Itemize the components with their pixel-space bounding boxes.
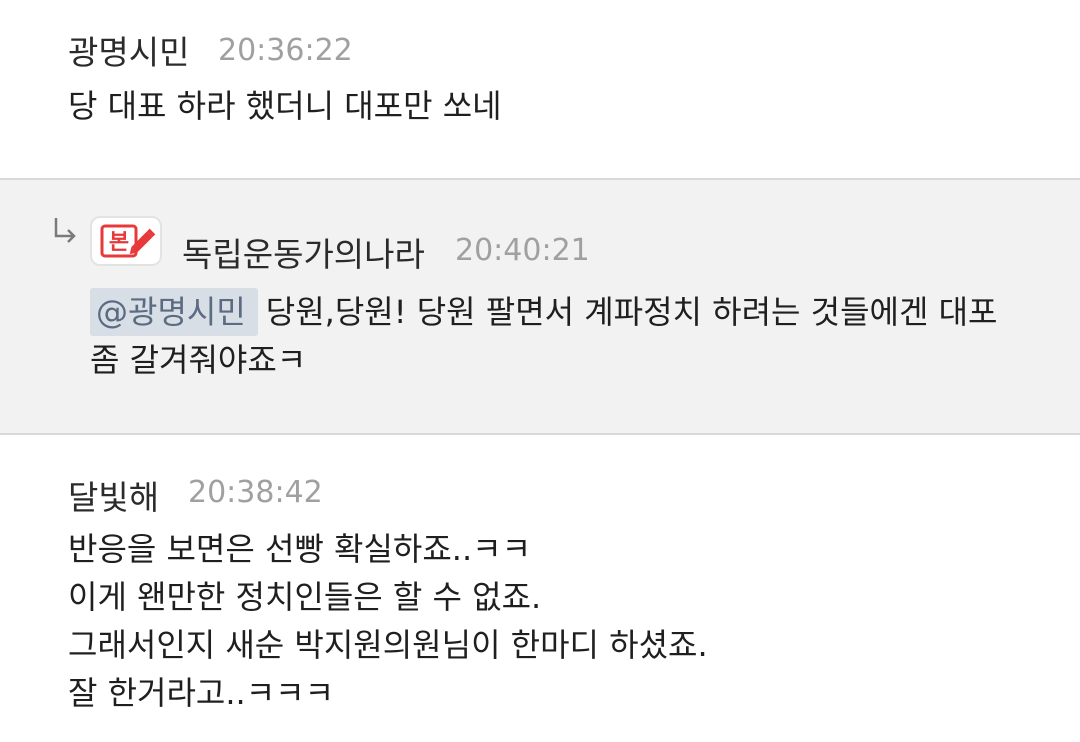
comment-text-line: @광명시민 당원,당원! 당원 팔면서 계파정치 하려는 것들에겐 대포	[90, 288, 997, 336]
comment-author[interactable]: 달빛해	[68, 471, 159, 519]
comment-text-line: 잘 한거라고..ㅋㅋㅋ	[68, 674, 335, 712]
mention-tag[interactable]: @광명시민	[90, 288, 258, 336]
comment-body: 당 대표 하라 했더니 대포만 쏘네	[68, 82, 502, 130]
comment-author[interactable]: 독립운동가의나라	[182, 228, 425, 276]
comment-author[interactable]: 광명시민	[68, 26, 189, 74]
comment-item: 광명시민 20:36:22 당 대표 하라 했더니 대포만 쏘네	[0, 0, 1080, 178]
comment-text-line: 좀 갈겨줘야죠ㅋ	[90, 341, 307, 379]
comment-timestamp: 20:36:22	[218, 33, 353, 68]
reply-comment-item: 본 독립운동가의나라 20:40:21 @광명시민 당원,당원! 당원 팔면서 계…	[0, 180, 1080, 433]
pencil-icon	[129, 228, 156, 255]
comment-timestamp: 20:40:21	[455, 233, 590, 268]
comment-text-line: 반응을 보면은 선빵 확실하죠..ㅋㅋ	[68, 530, 532, 568]
author-badge-icon: 본	[90, 216, 162, 266]
comment-timestamp: 20:38:42	[188, 475, 323, 510]
comment-text-line: 당 대표 하라 했더니 대포만 쏘네	[68, 87, 502, 125]
badge-label: 본	[109, 230, 129, 255]
comment-text: 당원,당원! 당원 팔면서 계파정치 하려는 것들에겐 대포	[265, 293, 998, 331]
comment-body: @광명시민 당원,당원! 당원 팔면서 계파정치 하려는 것들에겐 대포 좀 갈겨…	[90, 288, 997, 384]
reply-arrow-icon	[54, 218, 76, 243]
comment-item: 달빛해 20:38:42 반응을 보면은 선빵 확실하죠..ㅋㅋ 이게 왠만한 …	[0, 435, 1080, 742]
comment-text-line: 그래서인지 새순 박지원의원님이 한마디 하셨죠.	[68, 626, 708, 664]
comment-text-line: 이게 왠만한 정치인들은 할 수 없죠.	[68, 578, 542, 616]
comment-body: 반응을 보면은 선빵 확실하죠..ㅋㅋ 이게 왠만한 정치인들은 할 수 없죠.…	[68, 525, 708, 717]
